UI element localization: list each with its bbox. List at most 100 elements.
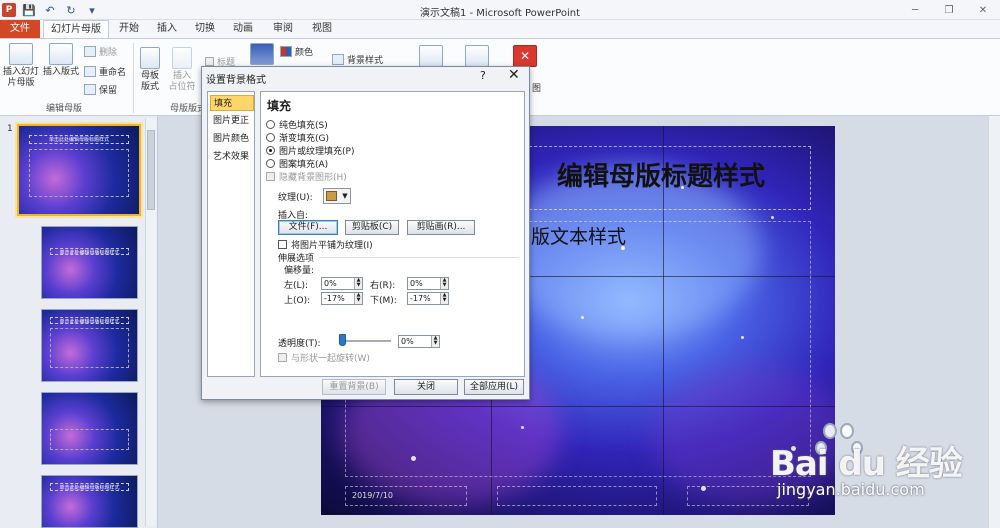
panel-heading: 填充 — [267, 99, 292, 113]
master-layout-button[interactable]: 母板 版式 — [137, 47, 163, 93]
thumbnail-body — [49, 328, 130, 368]
insert-placeholder-button[interactable]: 插入 占位符 — [167, 47, 197, 93]
radio-gradient-fill[interactable]: 渐变填充(G) — [266, 131, 329, 144]
radio-selected-icon — [266, 146, 275, 155]
rotate-with-shape-checkbox[interactable]: 与形状一起旋转(W) — [278, 351, 370, 364]
thumbnail-title: 单击此处编辑母版标题样式 — [28, 134, 130, 144]
close-button[interactable]: 关闭 — [394, 379, 458, 395]
dialog-nav: 填充 图片更正 图片颜色 艺术效果 — [207, 91, 255, 377]
radio-icon — [266, 159, 275, 168]
radio-picture-texture-fill[interactable]: 图片或纹理填充(P) — [266, 144, 354, 157]
top-offset-label: 上(O): — [284, 296, 311, 306]
help-icon[interactable]: ? — [480, 69, 486, 82]
texture-dropdown[interactable]: ▼ — [323, 188, 351, 204]
texture-swatch-icon — [326, 191, 338, 201]
rename-button[interactable]: 重命名 — [84, 65, 126, 78]
thumbnail-layout-2[interactable]: 单击此处编辑母版标题样式 — [41, 309, 138, 382]
colors-button[interactable]: 颜色 — [280, 45, 313, 58]
nav-picture-color[interactable]: 图片颜色 — [210, 131, 254, 147]
radio-icon — [266, 120, 275, 129]
thumbnail-body — [28, 148, 130, 198]
tab-slide-master[interactable]: 幻灯片母版 — [43, 20, 109, 38]
delete-button[interactable]: 删除 — [84, 45, 117, 58]
background-styles-button[interactable]: 背景样式 — [332, 53, 383, 66]
checkbox-icon — [278, 353, 287, 362]
group-separator — [133, 43, 134, 113]
colors-icon — [280, 46, 292, 57]
thumbnail-layout-1[interactable]: 单击此处编辑母版标题样式 — [41, 226, 138, 299]
spinner-arrows-icon[interactable]: ▲ ▼ — [431, 336, 439, 347]
transparency-slider-track[interactable] — [341, 340, 391, 342]
nav-artistic-effects[interactable]: 艺术效果 — [210, 149, 254, 165]
spinner-arrows-icon[interactable]: ▲ ▼ — [354, 293, 362, 304]
orientation-icon — [465, 45, 489, 67]
left-offset-spinner[interactable]: 0% ▲ ▼ — [321, 277, 363, 290]
thumbnail-title: 单击此处编辑母版标题样式 — [49, 483, 130, 492]
radio-pattern-fill[interactable]: 图案填充(A) — [266, 157, 328, 170]
watermark-url: jingyan.baidu.com — [777, 480, 925, 499]
reset-background-button[interactable]: 重置背景(B) — [322, 379, 386, 395]
close-window-button[interactable]: ✕ — [966, 0, 1000, 20]
tab-view[interactable]: 视图 — [305, 20, 339, 38]
dialog-close-icon[interactable]: ✕ — [508, 67, 520, 83]
layout-icon — [49, 43, 73, 65]
delete-icon — [84, 46, 96, 57]
transparency-slider-thumb[interactable] — [339, 334, 346, 346]
insert-layout-button[interactable]: 插入版式 — [42, 43, 80, 78]
thumbnail-layout-3[interactable] — [41, 392, 138, 465]
ribbon-tabs: 文件 幻灯片母版 开始 插入 切换 动画 审阅 视图 — [0, 20, 1000, 38]
offsets-label: 偏移量: — [284, 266, 315, 276]
nav-picture-corrections[interactable]: 图片更正 — [210, 113, 254, 129]
close-master-icon: ✕ — [513, 45, 537, 67]
star — [771, 216, 774, 219]
checkbox-icon — [266, 172, 275, 181]
transparency-label: 透明度(T): — [278, 339, 321, 349]
slide-master-icon — [9, 43, 33, 65]
placeholder-icon — [172, 47, 192, 69]
spinner-arrows-icon[interactable]: ▲ ▼ — [354, 278, 362, 289]
watermark-brand: Bai du 经验 — [770, 444, 963, 484]
clipart-button[interactable]: 剪贴画(R)... — [407, 220, 475, 235]
texture-label: 纹理(U): — [278, 193, 313, 203]
tab-insert[interactable]: 插入 — [150, 20, 184, 38]
themes-button[interactable] — [250, 43, 274, 67]
apply-to-all-button[interactable]: 全部应用(L) — [464, 379, 524, 395]
slide-title-text: 编辑母版标题样式 — [556, 162, 765, 192]
insert-slide-master-button[interactable]: 插入幻灯 片母版 — [2, 43, 40, 89]
tab-animations[interactable]: 动画 — [226, 20, 260, 38]
tab-file[interactable]: 文件 — [0, 20, 40, 38]
hide-background-graphics-checkbox[interactable]: 隐藏背景图形(H) — [266, 170, 347, 183]
transparency-spinner[interactable]: 0% ▲ ▼ — [398, 335, 440, 348]
radio-solid-fill[interactable]: 纯色填充(S) — [266, 118, 328, 131]
scrollbar-thumb[interactable] — [147, 130, 155, 210]
tab-review[interactable]: 审阅 — [266, 20, 300, 38]
baidu-watermark: Bai du 经验 jingyan.baidu.com — [765, 418, 1000, 528]
file-button[interactable]: 文件(F)... — [278, 220, 338, 235]
bottom-offset-spinner[interactable]: -17% ▲ ▼ — [407, 292, 449, 305]
checkbox-icon — [205, 57, 214, 66]
fill-panel: 填充 纯色填充(S) 渐变填充(G) 图片或纹理填充(P) 图案填充(A) 隐藏… — [260, 91, 525, 377]
nav-fill[interactable]: 填充 — [210, 95, 254, 111]
top-offset-spinner[interactable]: -17% ▲ ▼ — [321, 292, 363, 305]
thumbnail-scrollbar[interactable] — [145, 118, 156, 526]
dialog-title: 设置背景格式 — [206, 75, 266, 86]
thumbnail-layout-4[interactable]: 单击此处编辑母版标题样式 — [41, 475, 138, 528]
restore-button[interactable]: ❐ — [932, 0, 966, 20]
format-background-dialog: 设置背景格式 ? ✕ 填充 图片更正 图片颜色 艺术效果 填充 纯色填充(S) … — [201, 66, 530, 400]
clipboard-button[interactable]: 剪贴板(C) — [345, 220, 399, 235]
tile-as-texture-checkbox[interactable]: 将图片平铺为纹理(I) — [278, 238, 373, 251]
minimize-button[interactable]: ─ — [898, 0, 932, 20]
tab-transitions[interactable]: 切换 — [188, 20, 222, 38]
tab-home[interactable]: 开始 — [112, 20, 146, 38]
window-title: 演示文稿1 - Microsoft PowerPoint — [419, 8, 581, 19]
checkbox-icon — [278, 240, 287, 249]
radio-icon — [266, 133, 275, 142]
date-placeholder[interactable]: 2019/7/10 — [345, 486, 467, 506]
spinner-arrows-icon[interactable]: ▲ ▼ — [440, 278, 448, 289]
slide-number: 1 — [7, 124, 13, 134]
spinner-arrows-icon[interactable]: ▲ ▼ — [440, 293, 448, 304]
thumbnail-master[interactable]: 单击此处编辑母版标题样式 — [17, 124, 141, 216]
preserve-button[interactable]: 保留 — [84, 83, 117, 96]
footer-placeholder[interactable] — [497, 486, 657, 506]
right-offset-spinner[interactable]: 0% ▲ ▼ — [407, 277, 449, 290]
